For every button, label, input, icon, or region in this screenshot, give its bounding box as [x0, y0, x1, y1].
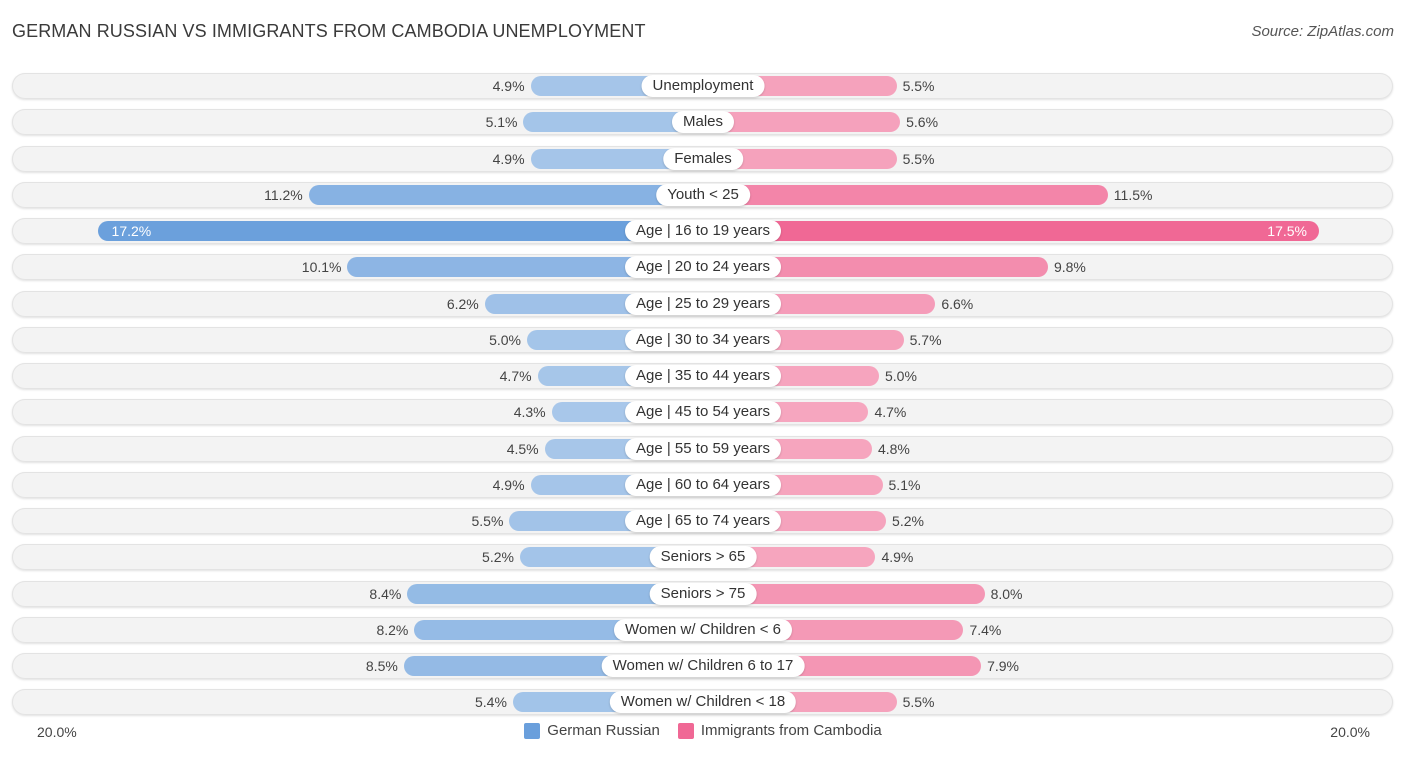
- value-label-german-russian: 8.5%: [365, 658, 398, 674]
- value-label-german-russian: 4.3%: [513, 404, 546, 421]
- value-label-immigrants-from-cambodia: 5.7%: [909, 331, 942, 348]
- bar-german-russian-age-16-to-19-years[interactable]: [97, 221, 703, 241]
- legend-swatch-german-russian: [524, 722, 541, 739]
- legend-swatch-immigrants-from-cambodia: [677, 722, 694, 739]
- value-label-immigrants-from-cambodia: 6.6%: [941, 295, 974, 312]
- category-label: Age | 30 to 34 years: [625, 328, 781, 351]
- category-label: Males: [671, 111, 735, 134]
- legend-label-german-russian: German Russian: [547, 722, 660, 739]
- category-label: Females: [663, 147, 743, 170]
- value-label-german-russian: 17.2%: [111, 223, 152, 239]
- legend-label-immigrants-from-cambodia: Immigrants from Cambodia: [700, 722, 882, 739]
- category-label: Women w/ Children < 6: [613, 618, 793, 641]
- value-label-german-russian: 4.9%: [492, 476, 525, 493]
- legend-item-german-russian[interactable]: German Russian: [524, 722, 660, 739]
- value-label-german-russian: 4.5%: [506, 440, 539, 457]
- value-label-immigrants-from-cambodia: 5.5%: [902, 78, 935, 94]
- value-label-german-russian: 4.9%: [492, 150, 525, 167]
- category-label: Age | 16 to 19 years: [625, 220, 781, 242]
- category-label: Unemployment: [641, 75, 765, 97]
- category-label: Seniors > 75: [649, 582, 757, 605]
- category-label: Women w/ Children < 18: [609, 691, 797, 714]
- value-label-immigrants-from-cambodia: 4.9%: [881, 549, 914, 566]
- value-label-immigrants-from-cambodia: 8.0%: [990, 585, 1023, 602]
- value-label-german-russian: 5.2%: [482, 549, 514, 566]
- bar-german-russian-youth-25[interactable]: [308, 184, 703, 205]
- category-label: Age | 55 to 59 years: [625, 437, 781, 460]
- value-label-german-russian: 4.9%: [492, 78, 525, 94]
- value-label-german-russian: 4.7%: [499, 368, 532, 384]
- legend: German Russian Immigrants from Cambodia: [0, 722, 1406, 739]
- category-label: Seniors > 65: [649, 546, 757, 569]
- category-label: Age | 60 to 64 years: [625, 473, 781, 496]
- category-label: Age | 25 to 29 years: [625, 292, 781, 315]
- category-label: Age | 65 to 74 years: [625, 510, 781, 532]
- value-label-german-russian: 8.4%: [369, 585, 402, 602]
- value-label-immigrants-from-cambodia: 9.8%: [1053, 259, 1086, 276]
- value-label-immigrants-from-cambodia: 7.4%: [969, 621, 1002, 638]
- value-label-immigrants-from-cambodia: 4.7%: [874, 404, 907, 421]
- value-label-german-russian: 5.5%: [471, 513, 504, 529]
- value-label-german-russian: 6.2%: [446, 295, 479, 312]
- value-label-german-russian: 5.0%: [489, 331, 521, 348]
- value-label-german-russian: 11.2%: [264, 186, 303, 203]
- value-label-german-russian: 5.1%: [485, 114, 518, 131]
- legend-item-immigrants-from-cambodia[interactable]: Immigrants from Cambodia: [677, 722, 882, 739]
- value-label-immigrants-from-cambodia: 17.5%: [1267, 223, 1307, 239]
- category-label: Women w/ Children 6 to 17: [601, 655, 805, 677]
- value-label-immigrants-from-cambodia: 11.5%: [1113, 186, 1153, 203]
- value-label-immigrants-from-cambodia: 5.2%: [892, 513, 924, 529]
- value-label-immigrants-from-cambodia: 4.8%: [877, 440, 910, 457]
- value-label-immigrants-from-cambodia: 5.1%: [888, 476, 921, 493]
- value-label-german-russian: 5.4%: [475, 694, 507, 711]
- category-label: Age | 35 to 44 years: [625, 365, 781, 387]
- value-label-immigrants-from-cambodia: 5.5%: [902, 694, 935, 711]
- value-label-immigrants-from-cambodia: 5.0%: [885, 368, 917, 384]
- category-label: Age | 45 to 54 years: [625, 401, 781, 424]
- value-label-immigrants-from-cambodia: 5.6%: [906, 114, 939, 131]
- category-label: Age | 20 to 24 years: [625, 256, 781, 279]
- bar-immigrants-from-cambodia-age-16-to-19-years[interactable]: [703, 221, 1319, 241]
- chart-area: 4.9% 5.5% Unemployment 5.1% 5.6% Males 4.9% 5.5…: [0, 0, 1406, 757]
- value-label-immigrants-from-cambodia: 5.5%: [902, 150, 935, 167]
- bar-immigrants-from-cambodia-youth-25[interactable]: [703, 184, 1108, 205]
- category-label: Youth < 25: [656, 183, 750, 206]
- value-label-german-russian: 8.2%: [376, 621, 409, 638]
- value-label-german-russian: 10.1%: [301, 259, 342, 276]
- value-label-immigrants-from-cambodia: 7.9%: [987, 658, 1019, 674]
